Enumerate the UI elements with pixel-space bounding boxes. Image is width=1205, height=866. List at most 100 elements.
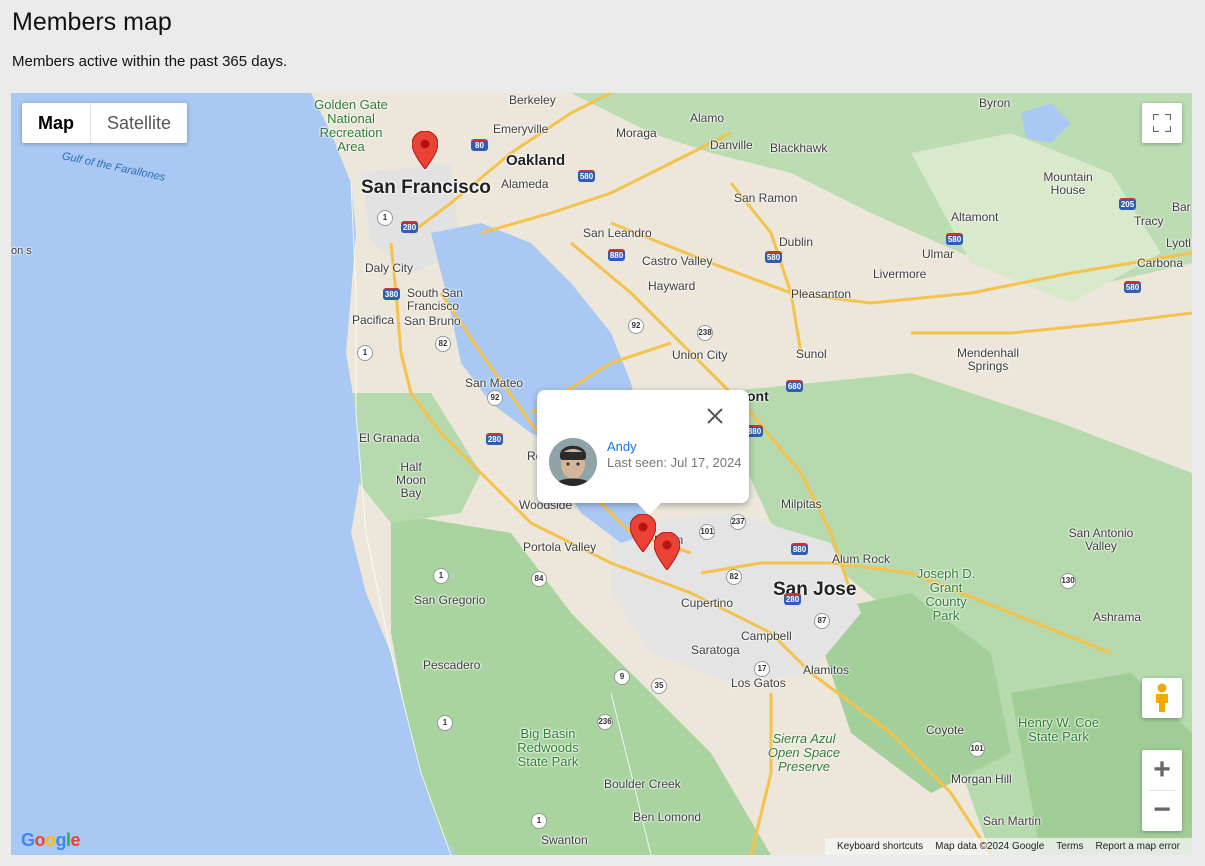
city-label-emeryville: Emeryville — [493, 122, 549, 136]
highway-shield-238: 238 — [697, 325, 713, 341]
map-data-text: Map data ©2024 Google — [935, 841, 1045, 852]
last-seen-text: Last seen: Jul 17, 2024 — [607, 455, 742, 470]
page-title: Members map — [12, 8, 172, 36]
city-label-tracy: Tracy — [1134, 214, 1164, 228]
edge-label: on s — [11, 245, 32, 257]
park-label-joseph-grant: Joseph D. Grant County Park — [916, 566, 976, 623]
city-label-san-bruno: San Bruno — [404, 314, 461, 328]
city-label-sunol: Sunol — [796, 347, 827, 361]
zoom-control: + − — [1142, 750, 1182, 831]
city-label-alum-rock: Alum Rock — [832, 552, 891, 566]
highway-shield-1: 1 — [377, 210, 393, 226]
highway-shield-280b: 280 — [486, 433, 503, 445]
highway-shield-580b: 580 — [765, 251, 782, 263]
city-label-ben-lomond: Ben Lomond — [633, 810, 702, 824]
city-label-campbell: Campbell — [741, 629, 792, 643]
park-label-big-basin: Big Basin Redwoods State Park — [517, 726, 579, 769]
highway-shield-1e: 1 — [531, 813, 547, 829]
highway-shield-9: 9 — [614, 669, 630, 685]
city-label-san-ramon: San Ramon — [734, 191, 798, 205]
city-label-ashrama: Ashrama — [1093, 610, 1142, 624]
city-label-el-granada: El Granada — [359, 431, 420, 445]
city-label-bar: Bar — [1172, 200, 1191, 214]
avatar — [549, 438, 597, 486]
pegman-icon — [1156, 683, 1168, 712]
city-label-pescadero: Pescadero — [423, 658, 481, 672]
city-label-milpitas: Milpitas — [781, 497, 822, 511]
city-label-boulder-creek: Boulder Creek — [604, 777, 681, 791]
city-label-blackhawk: Blackhawk — [770, 141, 828, 155]
city-label-los-gatos: Los Gatos — [731, 676, 786, 690]
google-logo[interactable]: Google — [21, 830, 81, 851]
member-marker[interactable] — [412, 131, 438, 169]
city-label-lyotl: Lyotl — [1166, 236, 1191, 250]
city-label-daly-city: Daly City — [365, 261, 414, 275]
city-label-san-leandro: San Leandro — [583, 226, 652, 240]
highway-shield-84: 84 — [531, 571, 547, 587]
city-label-pleasanton: Pleasanton — [791, 287, 852, 301]
highway-shield-880: 880 — [608, 249, 625, 261]
city-label-byron: Byron — [979, 96, 1011, 110]
member-info-popup: Andy Last seen: Jul 17, 2024 — [537, 390, 749, 515]
city-label-danville: Danville — [710, 138, 753, 152]
close-icon[interactable] — [703, 404, 727, 428]
street-view-button[interactable] — [1142, 678, 1182, 718]
city-label-livermore: Livermore — [873, 267, 927, 281]
report-error-link[interactable]: Report a map error — [1096, 841, 1180, 852]
highway-shield-237: 237 — [730, 514, 746, 530]
map-type-map-button[interactable]: Map — [22, 103, 91, 143]
park-label-henry-coe: Henry W. Coe State Park — [1018, 715, 1099, 744]
member-marker[interactable] — [654, 532, 680, 570]
city-label-moraga: Moraga — [616, 126, 657, 140]
city-label-saratoga: Saratoga — [691, 643, 740, 657]
city-label-dublin: Dublin — [779, 235, 814, 249]
terms-link[interactable]: Terms — [1056, 841, 1083, 852]
highway-shield-580: 580 — [578, 170, 595, 182]
highway-shield-35: 35 — [651, 678, 667, 694]
zoom-out-button[interactable]: − — [1142, 791, 1182, 831]
park-label-sierra-azul: Sierra Azul Open Space Preserve — [767, 731, 841, 774]
highway-shield-17: 17 — [754, 661, 770, 677]
highway-shield-580c: 580 — [946, 233, 963, 245]
city-label-altamont: Altamont — [951, 210, 999, 224]
city-label-oakland: Oakland — [506, 152, 566, 169]
zoom-in-button[interactable]: + — [1142, 750, 1182, 790]
city-label-half-moon-bay: Half Moon Bay — [395, 460, 427, 500]
members-map[interactable]: Gulf of the Farallones on s Golden Gate … — [11, 93, 1192, 855]
highway-shield-236: 236 — [597, 714, 613, 730]
city-label-pacifica: Pacifica — [352, 313, 395, 327]
city-label-san-antonio-valley: San Antonio Valley — [1068, 526, 1134, 553]
highway-shield-1d: 1 — [437, 715, 453, 731]
highway-shield-92b: 92 — [487, 390, 503, 406]
city-label-san-mateo: San Mateo — [465, 376, 524, 390]
city-label-castro-valley: Castro Valley — [642, 254, 713, 268]
fullscreen-icon — [1153, 114, 1171, 132]
highway-shield-205: 205 — [1119, 198, 1136, 210]
highway-shield-880c: 880 — [791, 543, 808, 555]
city-label-san-francisco: San Francisco — [361, 177, 491, 198]
member-marker[interactable] — [630, 514, 656, 552]
fullscreen-button[interactable] — [1142, 103, 1182, 143]
city-label-san-gregorio: San Gregorio — [414, 593, 486, 607]
member-name-link[interactable]: Andy — [607, 439, 637, 454]
city-label-south-sf: South San Francisco — [407, 286, 464, 313]
city-label-berkeley: Berkeley — [509, 93, 556, 107]
city-label-union-city: Union City — [672, 348, 728, 362]
highway-shield-380: 380 — [383, 288, 400, 300]
highway-shield-130: 130 — [1060, 573, 1076, 589]
highway-shield-280: 280 — [401, 221, 418, 233]
map-type-satellite-button[interactable]: Satellite — [91, 103, 187, 143]
keyboard-shortcuts-link[interactable]: Keyboard shortcuts — [837, 841, 923, 852]
city-label-coyote: Coyote — [926, 723, 965, 737]
city-label-cupertino: Cupertino — [681, 596, 734, 610]
highway-shield-87: 87 — [814, 613, 830, 629]
highway-shield-1b: 1 — [357, 345, 373, 361]
city-label-mountain-house: Mountain House — [1043, 170, 1093, 197]
highway-shield-101b: 101 — [969, 741, 985, 757]
city-label-hayward: Hayward — [648, 279, 696, 293]
park-label-golden-gate: Golden Gate National Recreation Area — [314, 97, 388, 154]
highway-shield-82: 82 — [435, 336, 451, 352]
city-label-alamitos: Alamitos — [803, 663, 850, 677]
city-label-san-martin: San Martin — [983, 814, 1042, 828]
page-subtitle: Members active within the past 365 days. — [12, 53, 288, 70]
